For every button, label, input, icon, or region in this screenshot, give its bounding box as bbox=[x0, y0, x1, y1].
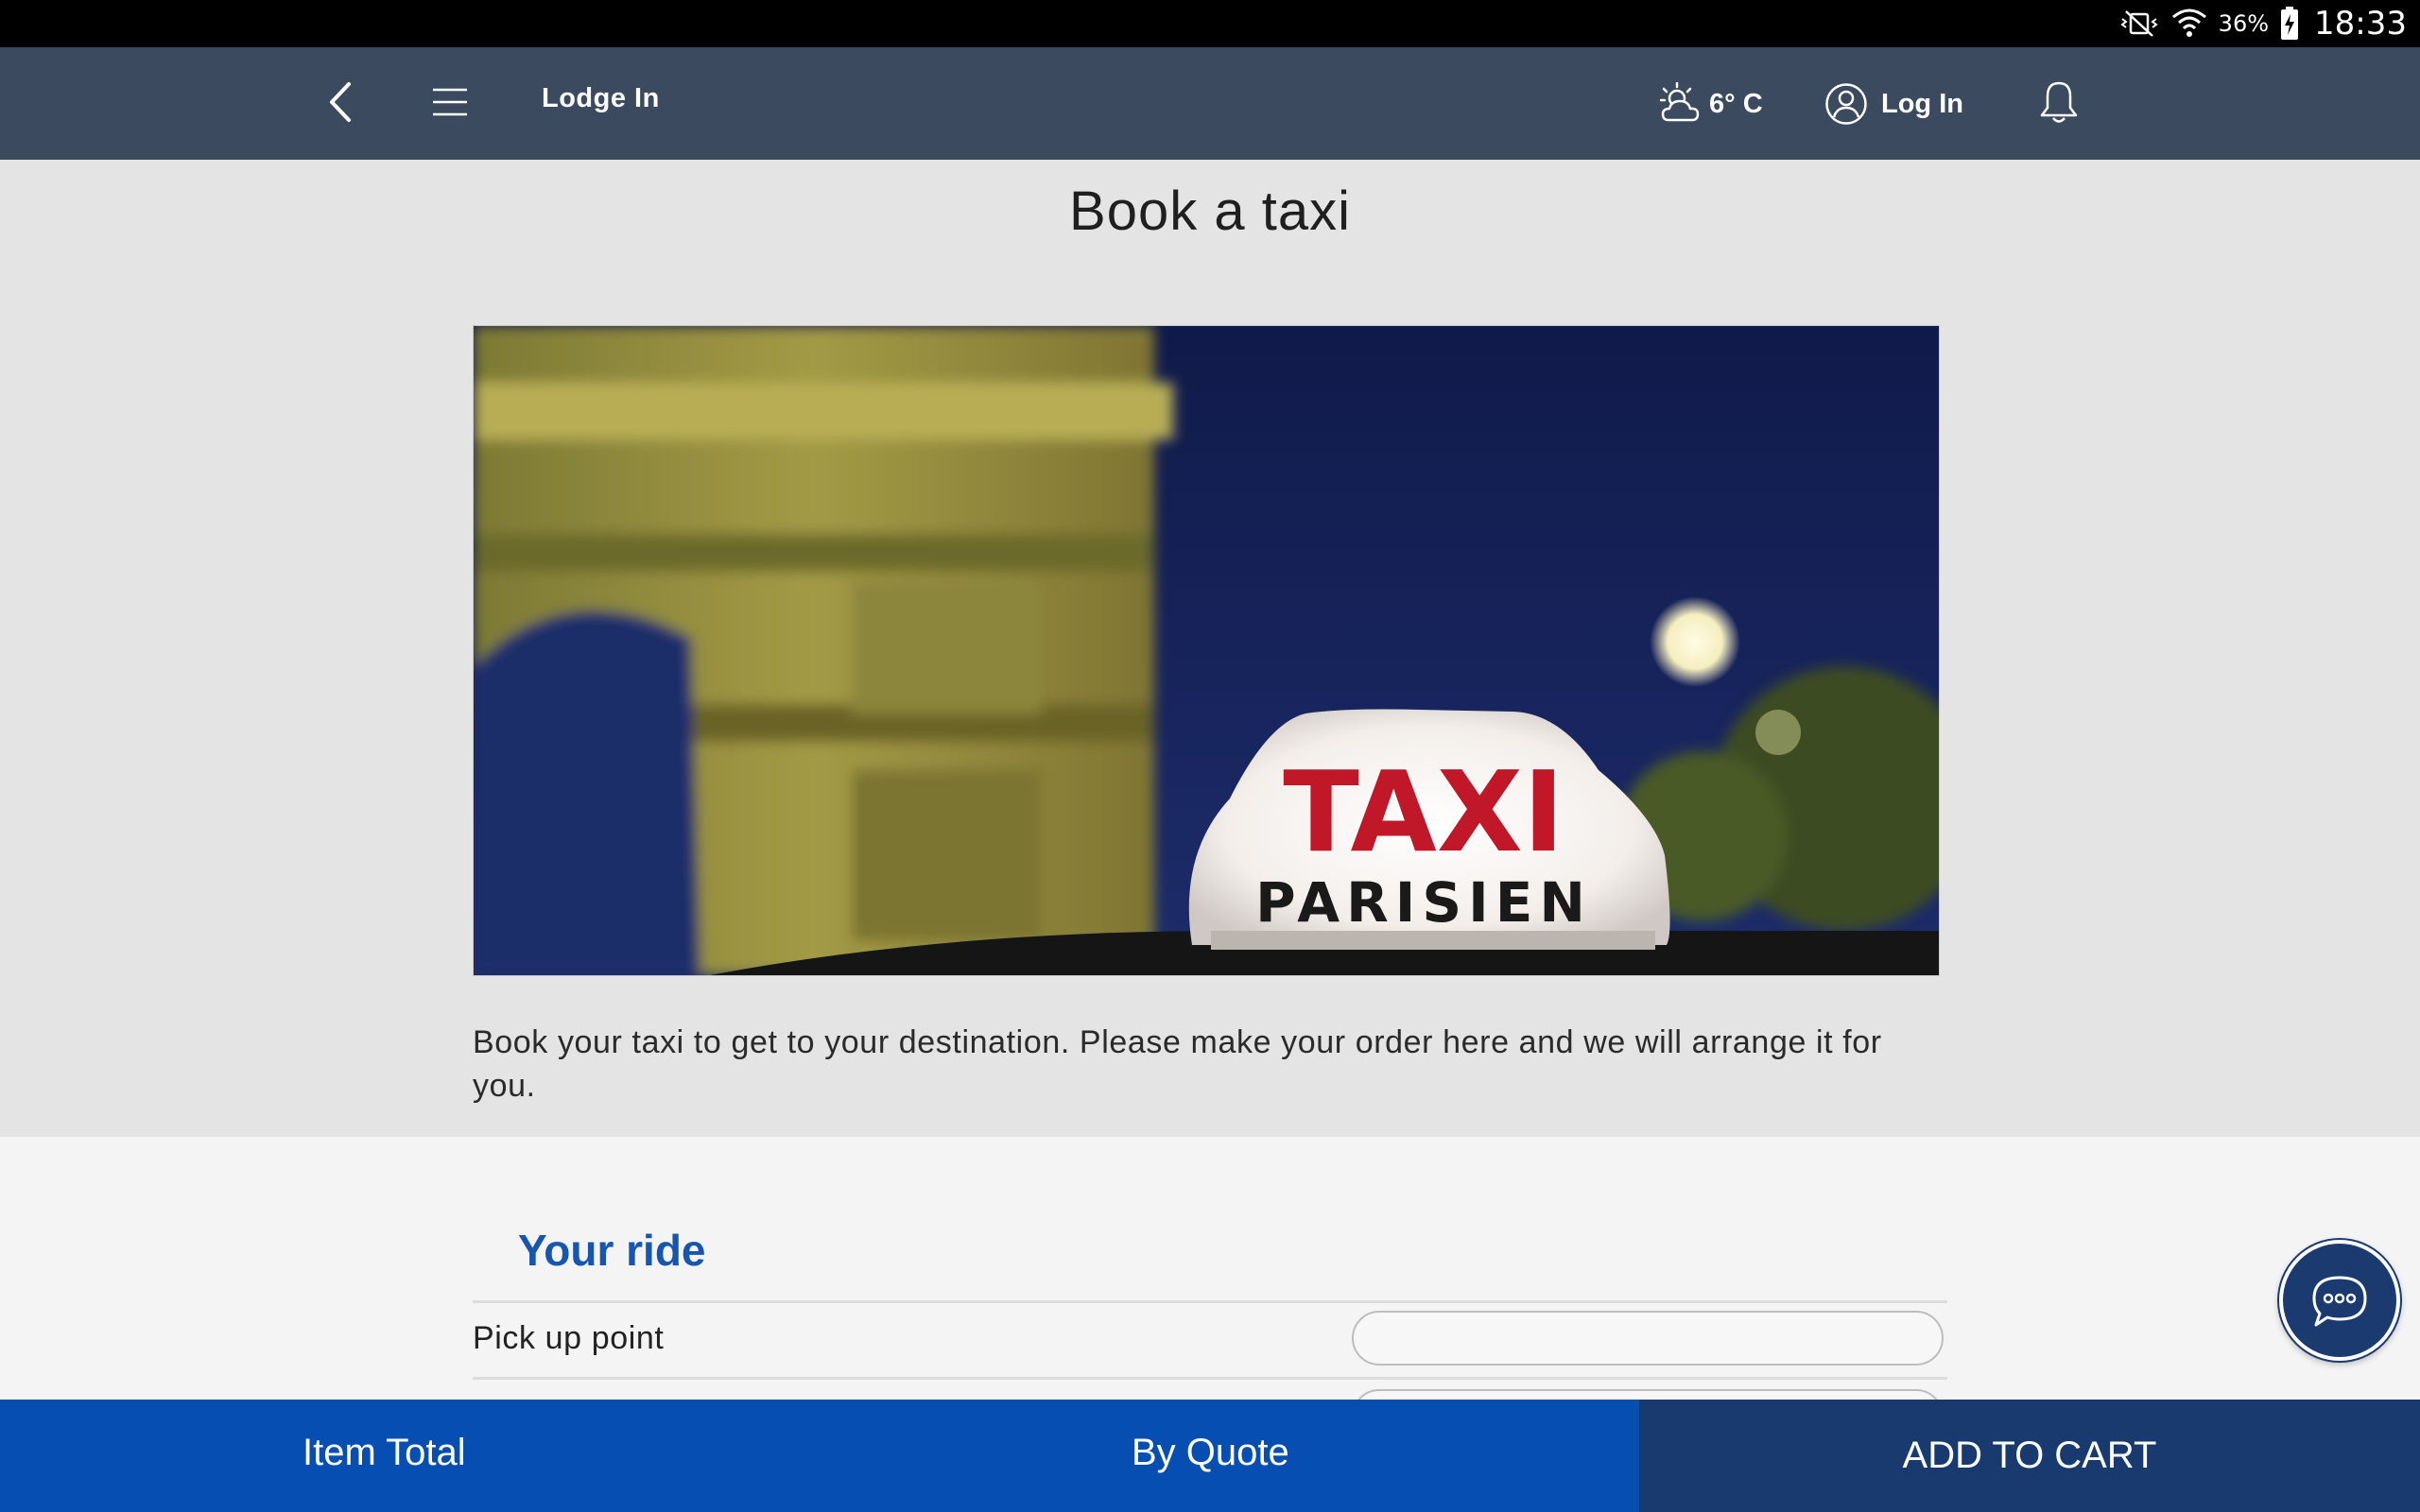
pickup-input[interactable] bbox=[1352, 1311, 1944, 1366]
price-value: By Quote bbox=[1132, 1432, 1289, 1473]
item-total-label: Item Total bbox=[302, 1432, 466, 1473]
app-header: Lodge In 6° C Log In bbox=[0, 47, 2420, 160]
menu-button[interactable] bbox=[422, 74, 478, 130]
login-label: Log In bbox=[1881, 88, 1963, 119]
intro-text: Book your taxi to get to your destinatio… bbox=[473, 1024, 1882, 1104]
app-title: Lodge In bbox=[542, 83, 660, 113]
status-time: 18:33 bbox=[2314, 5, 2407, 43]
hero-sign-parisien-text: PARISIEN bbox=[1255, 870, 1592, 935]
bottom-cart-bar: Item Total By Quote ADD TO CART bbox=[0, 1400, 2420, 1512]
booking-form bbox=[0, 1137, 2420, 1400]
status-icons: 36% 18:33 bbox=[2118, 0, 2407, 47]
weather-temperature: 6° C bbox=[1709, 88, 1763, 119]
add-to-cart-button[interactable]: ADD TO CART bbox=[1639, 1400, 2420, 1512]
hero-sign-taxi-text: TAXI bbox=[1283, 747, 1564, 877]
pickup-label: Pick up point bbox=[473, 1320, 665, 1356]
user-avatar-icon bbox=[1825, 83, 1867, 125]
field-divider bbox=[473, 1377, 1947, 1380]
back-button[interactable] bbox=[312, 74, 369, 130]
hamburger-menu-icon bbox=[433, 88, 467, 116]
status-bar: 36% 18:33 bbox=[0, 0, 2420, 47]
chat-button[interactable] bbox=[2279, 1240, 2400, 1361]
bell-icon bbox=[2040, 81, 2078, 123]
battery-percent: 36% bbox=[2218, 10, 2270, 37]
login-button[interactable]: Log In bbox=[1824, 76, 1963, 132]
section-divider bbox=[473, 1300, 1947, 1303]
vibrate-mute-icon bbox=[2118, 9, 2160, 38]
battery-charging-icon bbox=[2280, 7, 2299, 41]
page-title: Book a taxi bbox=[1069, 180, 1351, 242]
section-title-your-ride: Your ride bbox=[518, 1226, 706, 1275]
notifications-button[interactable] bbox=[2031, 74, 2087, 130]
chevron-left-icon bbox=[330, 82, 351, 122]
chat-bubble-icon bbox=[2312, 1276, 2367, 1327]
hero-image: TAXI PARISIEN bbox=[473, 325, 1940, 976]
wifi-icon bbox=[2171, 8, 2207, 40]
partly-cloudy-icon bbox=[1660, 82, 1700, 122]
weather-widget[interactable]: 6° C bbox=[1660, 76, 1763, 132]
